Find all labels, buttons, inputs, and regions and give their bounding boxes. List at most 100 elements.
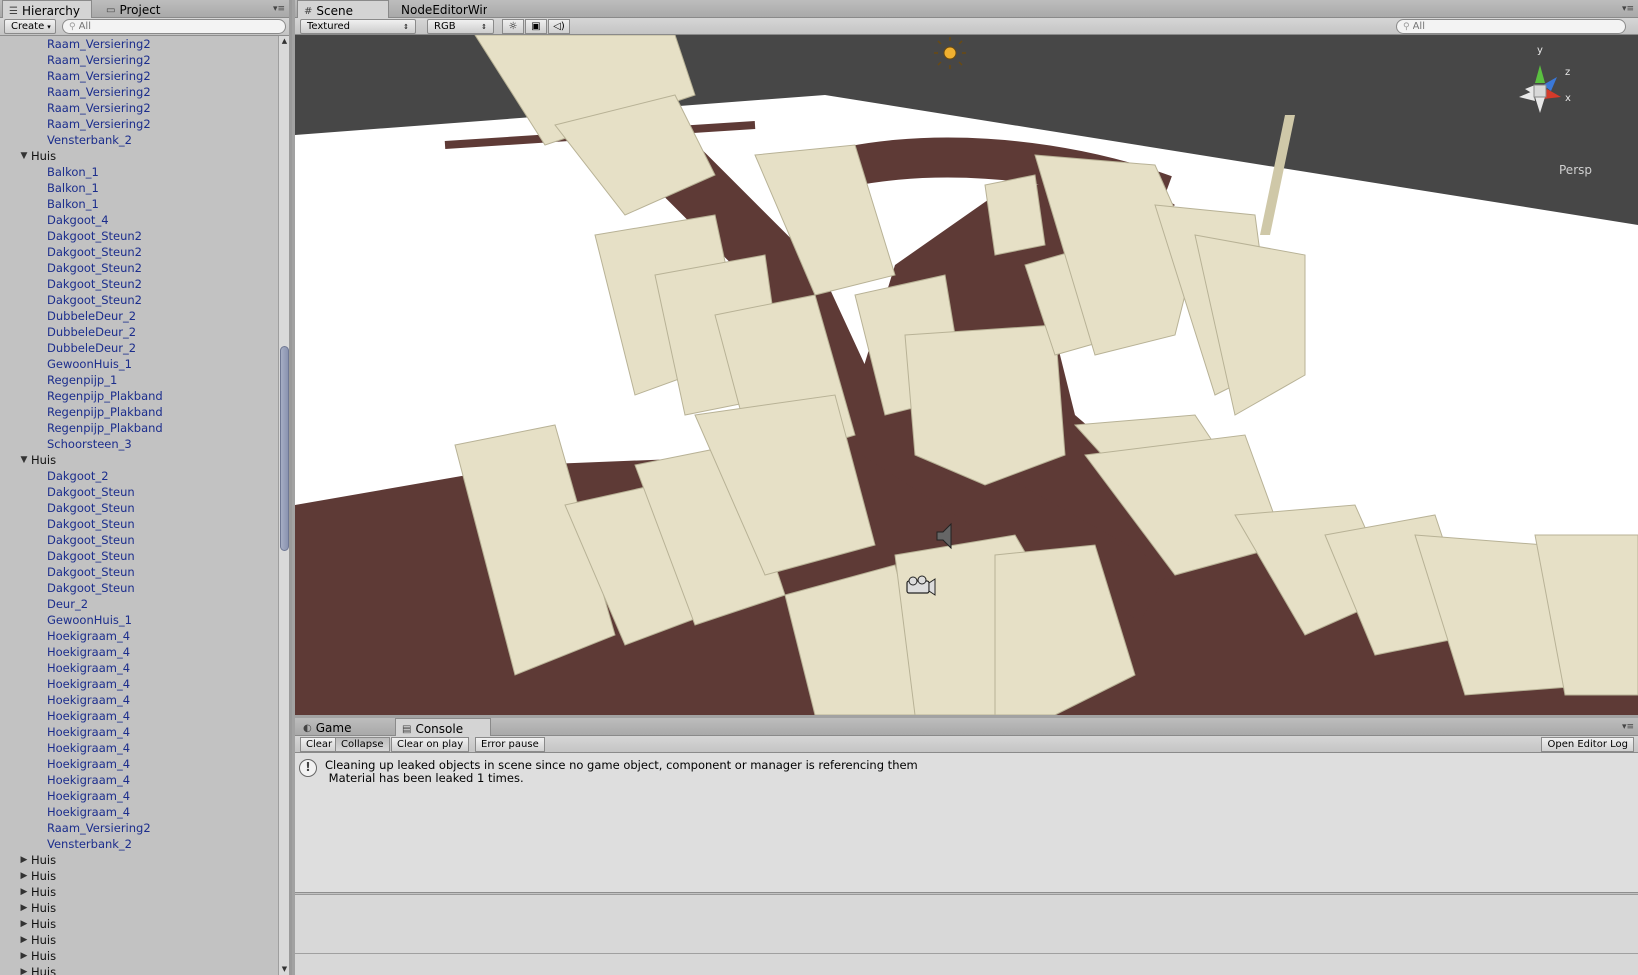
scene-search-input[interactable] — [1412, 21, 1625, 32]
tree-item[interactable]: Dakgoot_Steun — [0, 500, 278, 516]
tree-item[interactable]: Raam_Versiering2 — [0, 820, 278, 836]
tree-item[interactable]: DubbeleDeur_2 — [0, 308, 278, 324]
tree-item[interactable]: GewoonHuis_1 — [0, 356, 278, 372]
error-pause-button[interactable]: Error pause — [475, 737, 545, 752]
collapse-triangle-icon[interactable]: ▶ — [17, 932, 31, 948]
collapse-triangle-icon[interactable]: ▶ — [17, 916, 31, 932]
tree-item[interactable]: Dakgoot_Steun — [0, 548, 278, 564]
hierarchy-search[interactable]: ⚲ — [62, 19, 286, 34]
expand-triangle-icon[interactable]: ▼ — [17, 148, 31, 164]
expand-triangle-icon[interactable]: ▼ — [17, 452, 31, 468]
tree-group-huis-collapsed[interactable]: ▶ Huis — [0, 868, 278, 884]
scroll-up-arrow-icon[interactable]: ▲ — [279, 36, 290, 47]
tree-item[interactable]: Hoekigraam_4 — [0, 740, 278, 756]
tree-item[interactable]: Vensterbank_2 — [0, 836, 278, 852]
tree-item[interactable]: Regenpijp_Plakband — [0, 420, 278, 436]
tab-project[interactable]: ▭ Project — [100, 0, 190, 18]
tree-group-huis-collapsed[interactable]: ▶ Huis — [0, 900, 278, 916]
scroll-down-arrow-icon[interactable]: ▼ — [279, 964, 290, 975]
clear-on-play-button[interactable]: Clear on play — [391, 737, 470, 752]
tree-item[interactable]: Dakgoot_Steun2 — [0, 292, 278, 308]
tree-item[interactable]: Regenpijp_Plakband — [0, 388, 278, 404]
tree-item[interactable]: Hoekigraam_4 — [0, 628, 278, 644]
create-button[interactable]: Create ▾ — [4, 19, 56, 34]
tree-item[interactable]: Raam_Versiering2 — [0, 36, 278, 52]
tree-item[interactable]: Dakgoot_Steun2 — [0, 228, 278, 244]
tree-item[interactable]: Raam_Versiering2 — [0, 52, 278, 68]
collapse-triangle-icon[interactable]: ▶ — [17, 884, 31, 900]
tree-item[interactable]: GewoonHuis_1 — [0, 612, 278, 628]
scene-search[interactable]: ⚲ — [1396, 19, 1626, 34]
tree-group-huis-collapsed[interactable]: ▶ Huis — [0, 916, 278, 932]
render-mode-dropdown[interactable]: Textured ⇕ — [300, 19, 416, 34]
tree-item[interactable]: Regenpijp_1 — [0, 372, 278, 388]
tree-item[interactable]: Hoekigraam_4 — [0, 676, 278, 692]
collapse-triangle-icon[interactable]: ▶ — [17, 948, 31, 964]
tree-group-huis-collapsed[interactable]: ▶ Huis — [0, 932, 278, 948]
hierarchy-search-input[interactable] — [78, 21, 285, 32]
tree-item[interactable]: Hoekigraam_4 — [0, 756, 278, 772]
tree-item[interactable]: Dakgoot_Steun — [0, 580, 278, 596]
tab-hierarchy[interactable]: ☰ Hierarchy — [2, 0, 92, 19]
collapse-triangle-icon[interactable]: ▶ — [17, 900, 31, 916]
tree-item[interactable]: Raam_Versiering2 — [0, 68, 278, 84]
tree-item[interactable]: Raam_Versiering2 — [0, 100, 278, 116]
tree-item[interactable]: Dakgoot_2 — [0, 468, 278, 484]
lighting-toggle-icon[interactable]: ☼ — [502, 19, 524, 34]
projection-label[interactable]: Persp — [1559, 163, 1592, 177]
panel-menu-icon[interactable]: ▾≡ — [273, 4, 285, 14]
image-toggle-icon[interactable]: ▣ — [525, 19, 547, 34]
tree-item[interactable]: Raam_Versiering2 — [0, 84, 278, 100]
tree-item[interactable]: Regenpijp_Plakband — [0, 404, 278, 420]
tree-item[interactable]: Dakgoot_Steun2 — [0, 260, 278, 276]
clear-button[interactable]: Clear — [300, 737, 339, 752]
tree-item[interactable]: Balkon_1 — [0, 180, 278, 196]
tree-item[interactable]: Dakgoot_Steun — [0, 516, 278, 532]
tree-group-huis[interactable]: ▼ Huis — [0, 452, 278, 468]
scrollbar-thumb[interactable] — [280, 346, 289, 551]
tree-item[interactable]: Raam_Versiering2 — [0, 116, 278, 132]
panel-menu-icon[interactable]: ▾≡ — [1622, 722, 1634, 732]
tree-group-huis-collapsed[interactable]: ▶ Huis — [0, 948, 278, 964]
tree-item[interactable]: Dakgoot_Steun — [0, 484, 278, 500]
tree-item[interactable]: Balkon_1 — [0, 196, 278, 212]
tree-item[interactable]: Dakgoot_Steun — [0, 532, 278, 548]
tab-node-editor[interactable]: NodeEditorWin — [395, 0, 487, 18]
scene-viewport[interactable]: y z x Persp — [295, 35, 1638, 715]
collapse-triangle-icon[interactable]: ▶ — [17, 964, 31, 975]
tree-group-huis-collapsed[interactable]: ▶ Huis — [0, 964, 278, 975]
collapse-button[interactable]: Collapse — [335, 737, 390, 752]
tree-item[interactable]: Dakgoot_Steun — [0, 564, 278, 580]
open-editor-log-button[interactable]: Open Editor Log — [1541, 737, 1634, 752]
tree-item[interactable]: Hoekigraam_4 — [0, 804, 278, 820]
tree-item[interactable]: Hoekigraam_4 — [0, 644, 278, 660]
tree-item[interactable]: Balkon_1 — [0, 164, 278, 180]
collapse-triangle-icon[interactable]: ▶ — [17, 868, 31, 884]
tree-item[interactable]: Hoekigraam_4 — [0, 724, 278, 740]
tree-item[interactable]: DubbeleDeur_2 — [0, 340, 278, 356]
tree-item[interactable]: DubbeleDeur_2 — [0, 324, 278, 340]
collapse-triangle-icon[interactable]: ▶ — [17, 852, 31, 868]
orientation-gizmo-icon[interactable]: y z x — [1519, 45, 1571, 113]
tree-item[interactable]: Vensterbank_2 — [0, 132, 278, 148]
tree-item[interactable]: Hoekigraam_4 — [0, 660, 278, 676]
log-entry[interactable]: ! Cleaning up leaked objects in scene si… — [299, 759, 918, 785]
tab-console[interactable]: ▤ Console — [395, 718, 491, 737]
color-mode-dropdown[interactable]: RGB ⇕ — [427, 19, 494, 34]
hierarchy-scrollbar[interactable]: ▲ ▼ — [278, 36, 289, 975]
tree-item[interactable]: Deur_2 — [0, 596, 278, 612]
tree-item[interactable]: Hoekigraam_4 — [0, 788, 278, 804]
tree-item[interactable]: Dakgoot_Steun2 — [0, 276, 278, 292]
tab-scene[interactable]: # Scene — [297, 0, 389, 19]
audio-toggle-icon[interactable]: ◁) — [548, 19, 570, 34]
tree-item[interactable]: Dakgoot_4 — [0, 212, 278, 228]
tree-item[interactable]: Dakgoot_Steun2 — [0, 244, 278, 260]
panel-menu-icon[interactable]: ▾≡ — [1622, 4, 1634, 14]
tree-item[interactable]: Schoorsteen_3 — [0, 436, 278, 452]
tree-group-huis[interactable]: ▼ Huis — [0, 148, 278, 164]
tree-group-huis-collapsed[interactable]: ▶ Huis — [0, 852, 278, 868]
tree-item[interactable]: Hoekigraam_4 — [0, 708, 278, 724]
tree-item[interactable]: Hoekigraam_4 — [0, 772, 278, 788]
tree-item[interactable]: Hoekigraam_4 — [0, 692, 278, 708]
tab-game[interactable]: ◐ Game — [297, 718, 389, 736]
